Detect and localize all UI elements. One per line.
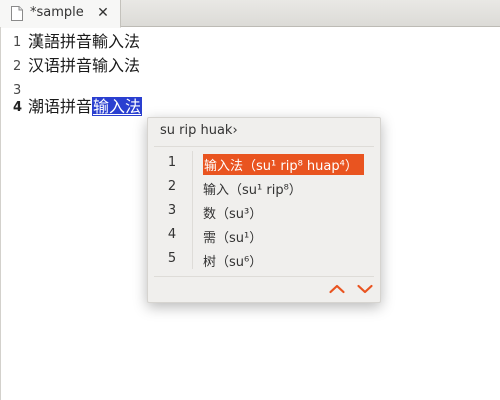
candidate-item[interactable]: 4 需（su¹） xyxy=(148,223,380,247)
candidate-text: 输入法（su¹ rip⁸ huap⁴） xyxy=(203,154,364,175)
candidate-text: 输入（su¹ rip⁸） xyxy=(203,183,302,198)
preedit-text: 输入法 xyxy=(92,97,143,116)
committed-text: 潮语拼音 xyxy=(28,97,93,116)
candidate-index: 1 xyxy=(167,155,177,170)
tab-title: *sample xyxy=(30,5,84,20)
candidate-item[interactable]: 2 输入（su¹ rip⁸） xyxy=(148,175,380,199)
line-number: 1 xyxy=(13,35,22,50)
line-number: 3 xyxy=(13,83,22,98)
chevron-up-icon[interactable] xyxy=(328,281,346,297)
line-text: 漢語拼音輸入法 xyxy=(28,32,141,51)
candidate-text: 树（su⁶） xyxy=(203,255,263,270)
ime-preedit-label: su rip huak› xyxy=(160,123,238,138)
tab-sample[interactable]: *sample ✕ xyxy=(0,0,121,28)
candidate-item[interactable]: 3 数（su³） xyxy=(148,199,380,223)
candidate-item[interactable]: 5 树（su⁶） xyxy=(148,247,380,271)
candidate-text: 数（su³） xyxy=(203,207,263,222)
ime-candidate-popup: su rip huak› 1 输入法（su¹ rip⁸ huap⁴） 2 输入（… xyxy=(147,117,381,303)
line-text: 潮语拼音输入法 xyxy=(28,96,143,118)
line-text: 汉语拼音输入法 xyxy=(28,56,141,75)
line-number: 4 xyxy=(13,100,23,115)
divider xyxy=(154,276,374,277)
candidate-index: 4 xyxy=(167,227,177,242)
chevron-down-icon[interactable] xyxy=(356,281,374,297)
candidate-item[interactable]: 1 输入法（su¹ rip⁸ huap⁴） xyxy=(148,151,380,175)
candidate-index: 5 xyxy=(167,251,177,266)
line-number: 2 xyxy=(13,59,22,74)
candidate-index: 2 xyxy=(167,179,177,194)
tab-bar: *sample ✕ xyxy=(0,0,500,28)
divider xyxy=(154,146,374,147)
candidate-text: 需（su¹） xyxy=(203,231,263,246)
close-icon[interactable]: ✕ xyxy=(96,4,110,22)
document-icon xyxy=(11,6,23,21)
candidate-index: 3 xyxy=(167,203,177,218)
